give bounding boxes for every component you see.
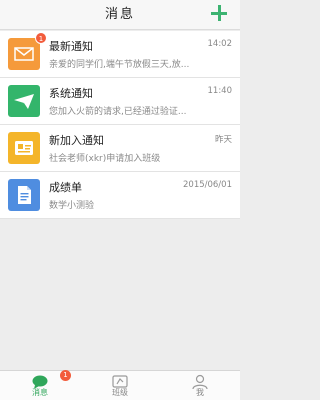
message-item-new-join-notice[interactable]: 新加入通知 昨天 社会老师(xkr)申请加入班级 <box>0 125 240 172</box>
message-title: 最新通知 <box>49 40 93 53</box>
message-preview: 亲爱的同学们,端午节放假三天,放... <box>49 60 190 70</box>
unread-badge: 1 <box>35 32 47 44</box>
message-time: 14:02 <box>207 39 233 49</box>
message-title: 成绩单 <box>49 181 82 194</box>
message-time: 2015/06/01 <box>183 180 232 190</box>
message-title: 系统通知 <box>49 87 93 100</box>
message-time: 昨天 <box>214 135 232 145</box>
message-item-latest-notice[interactable]: 1 最新通知 14:02 亲爱的同学们,端午节放假三天,放... <box>0 31 240 78</box>
message-preview: 社会老师(xkr)申请加入班级 <box>49 154 161 164</box>
tab-me[interactable]: 我 <box>160 371 240 400</box>
paper-plane-icon <box>8 85 40 117</box>
tab-label: 消息 <box>32 388 48 397</box>
messages-screen: 消息 1 最新通知 14:02 亲爱的同学们,端午节放假三天,放... 系统通知… <box>0 0 240 400</box>
tab-class[interactable]: 班级 <box>80 371 160 400</box>
id-card-icon <box>8 132 40 164</box>
message-item-system-notice[interactable]: 系统通知 11:40 您加入火箭的请求,已经通过验证... <box>0 78 240 125</box>
tab-unread-badge: 1 <box>60 370 71 381</box>
message-preview: 您加入火箭的请求,已经通过验证... <box>49 107 187 117</box>
tab-label: 我 <box>196 388 204 397</box>
top-bar: 消息 <box>0 0 240 30</box>
message-list: 1 最新通知 14:02 亲爱的同学们,端午节放假三天,放... 系统通知 11… <box>0 31 240 219</box>
bottom-tab-bar: 1 消息 班级 我 <box>0 370 240 400</box>
plus-icon[interactable] <box>210 4 228 22</box>
envelope-icon <box>8 38 40 70</box>
message-item-report-card[interactable]: 成绩单 2015/06/01 数学小测验 <box>0 172 240 219</box>
tab-messages[interactable]: 1 消息 <box>0 370 80 400</box>
tab-label: 班级 <box>112 388 128 397</box>
document-icon <box>8 179 40 211</box>
message-preview: 数学小测验 <box>49 201 95 211</box>
page-title: 消息 <box>104 7 135 22</box>
message-title: 新加入通知 <box>49 134 104 147</box>
message-time: 11:40 <box>207 86 233 96</box>
